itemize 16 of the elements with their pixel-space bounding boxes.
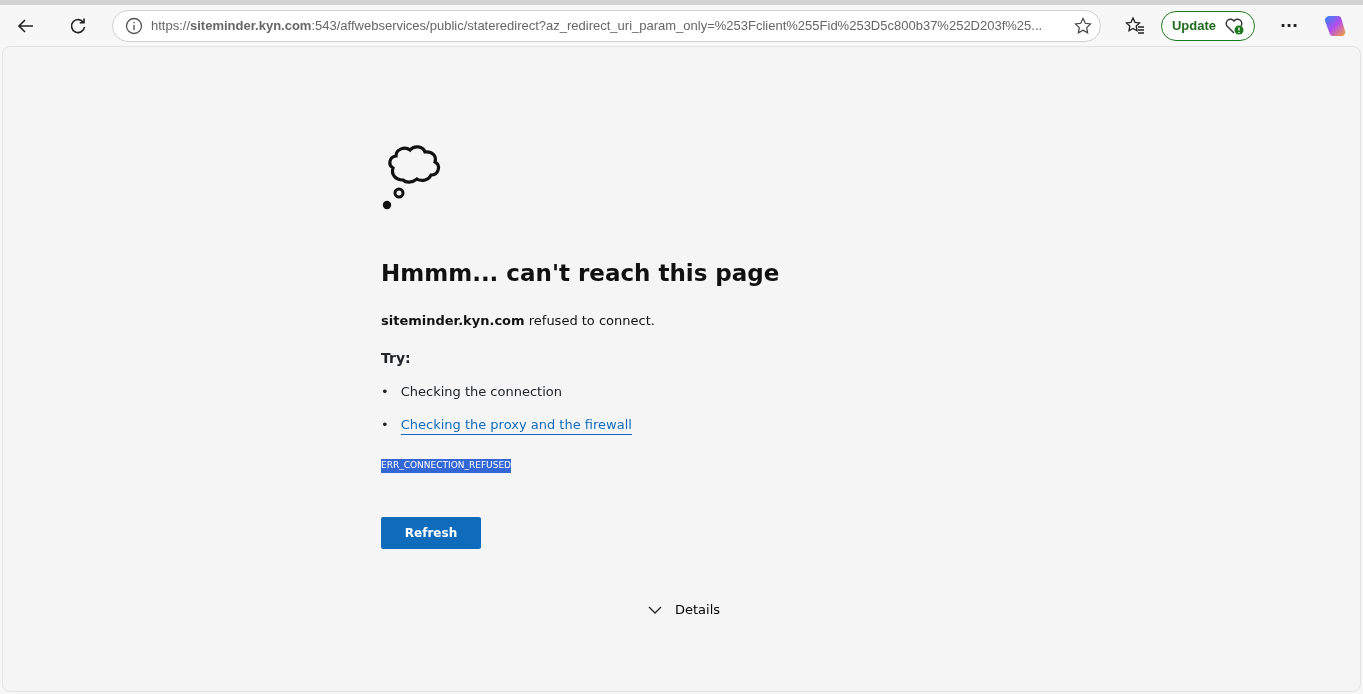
try-label: Try: (381, 349, 412, 368)
more-button[interactable]: ··· (1271, 7, 1307, 44)
address-bar[interactable]: https://siteminder.kyn.com:543/affwebservices/public/stateredirect?az_redirect_uri_param_only=%253Fclient%255Fid%253D5c800b37%252D203f%25... (112, 9, 1101, 42)
star-icon[interactable] (1073, 16, 1092, 35)
bullet: • (381, 415, 389, 434)
error-code: ERR_CONNECTION_REFUSED (381, 459, 511, 473)
details-toggle[interactable]: Details (641, 599, 727, 621)
suggestion-link[interactable]: Checking the proxy and the firewall (400, 414, 632, 435)
heart-alert-icon (1224, 16, 1244, 35)
bullet: • (381, 383, 389, 401)
refresh-page-button[interactable]: Refresh (381, 517, 481, 549)
update-button[interactable]: Update (1160, 10, 1255, 41)
suggestion-text: Checking the connection (400, 383, 562, 401)
info-icon[interactable] (125, 16, 143, 35)
error-message: siteminder.kyn.com refused to connect. (381, 311, 656, 330)
error-heading: Hmmm... can't reach this page (381, 259, 781, 288)
